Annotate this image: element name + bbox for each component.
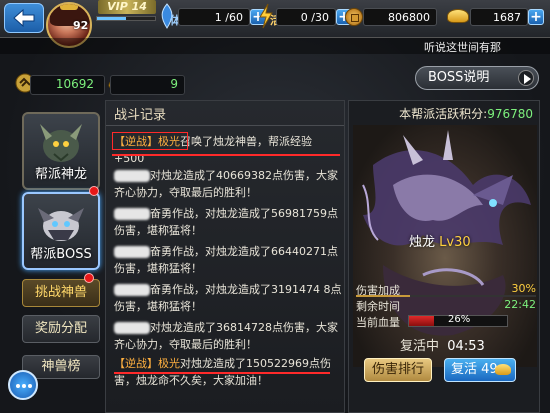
hp-row: 当前血量 26% bbox=[356, 314, 536, 329]
gold-ingot-icon bbox=[495, 364, 511, 375]
log-message: 对烛龙造成了36814728点伤害，大家齐心协力，夺取最后的胜利！ bbox=[114, 321, 338, 351]
coin-icon bbox=[345, 8, 363, 26]
mosaic-blur bbox=[114, 208, 150, 220]
vip-badge[interactable]: VIP 14 bbox=[98, 0, 156, 14]
gold-value: 1687 bbox=[470, 8, 528, 26]
back-arrow-icon bbox=[13, 9, 35, 27]
notification-dot bbox=[84, 273, 94, 283]
log-message: 奋勇作战，对烛龙造成了56981759点伤害，堪称猛将！ bbox=[114, 207, 338, 237]
highlight-box bbox=[112, 132, 188, 150]
sidebar-card-label: 帮派BOSS bbox=[30, 247, 92, 262]
player-level: 92 bbox=[73, 19, 89, 32]
boss-explain-label: BOSS说明 bbox=[428, 70, 490, 85]
activity-score: 本帮派活跃积分:976780 bbox=[399, 107, 533, 121]
log-message: 对烛龙造成了40669382点伤害，大家齐心协力，夺取最后的胜利！ bbox=[114, 169, 338, 199]
remaining-time-row: 剩余时间 22:42 bbox=[356, 298, 536, 313]
hp-percent: 26% bbox=[448, 314, 471, 325]
damage-bonus-row: 伤害加成 30% bbox=[356, 282, 536, 297]
boss-portrait-icon bbox=[38, 208, 84, 241]
log-message: 奋勇作战，对烛龙造成了66440271点伤害，堪称猛将！ bbox=[114, 245, 338, 275]
battle-log-panel: 战斗记录 【逆战】极光召唤了烛龙神兽，帮派经验+500 对烛龙造成了406693… bbox=[105, 100, 345, 413]
revive-status: 复活中 04:53 bbox=[400, 339, 485, 354]
stamina-value: 1 /60 bbox=[178, 8, 250, 26]
marquee-text: 听说这世间有那 bbox=[424, 41, 501, 54]
back-button[interactable] bbox=[4, 3, 44, 33]
game-screen: 92 VIP 14 体 1 /60 + 活 0 /30 + 806800 168… bbox=[0, 0, 550, 413]
announcement-marquee: 听说这世间有那 bbox=[0, 38, 550, 54]
battle-log-title: 战斗记录 bbox=[114, 108, 167, 123]
sidebar-card-label: 帮派神龙 bbox=[34, 167, 87, 182]
vigor-value: 0 /30 bbox=[276, 8, 336, 26]
mosaic-blur bbox=[114, 284, 150, 296]
vigor-resource: 0 /30 + bbox=[276, 7, 352, 27]
notification-dot bbox=[89, 186, 99, 196]
gold-ingot-icon bbox=[447, 9, 469, 23]
boss-stats: 伤害加成 30% 剩余时间 22:42 当前血量 26% bbox=[348, 282, 540, 332]
exp-bar bbox=[96, 16, 156, 21]
mosaic-blur bbox=[114, 322, 150, 334]
coin-resource: 806800 bbox=[363, 7, 437, 27]
reward-distribution-button[interactable]: 奖励分配 bbox=[22, 315, 100, 343]
sidebar-card-boss[interactable]: 帮派BOSS bbox=[22, 192, 100, 270]
log-message: 奋勇作战，对烛龙造成了3191474 8点伤害，堪称猛将！ bbox=[114, 283, 342, 313]
play-arrow-icon bbox=[518, 70, 534, 86]
gold-resource: 1687 + bbox=[470, 7, 544, 27]
add-gold-button[interactable]: + bbox=[528, 9, 544, 25]
stamina-resource: 1 /60 + bbox=[178, 7, 266, 27]
coin-value: 806800 bbox=[363, 8, 437, 26]
top-bar: 92 VIP 14 体 1 /60 + 活 0 /30 + 806800 168… bbox=[0, 0, 550, 48]
boss-name: 烛龙 Lv30 bbox=[409, 235, 471, 250]
highlight-underline bbox=[114, 372, 330, 374]
chat-button[interactable] bbox=[8, 370, 38, 400]
challenge-beast-button[interactable]: 挑战神兽 bbox=[22, 279, 100, 307]
mosaic-blur bbox=[114, 170, 150, 182]
revive-button[interactable]: 复活 49 bbox=[444, 358, 516, 382]
contribution-value: 10692 bbox=[55, 77, 94, 91]
dragon-portrait-icon bbox=[40, 124, 82, 162]
highlight-underline bbox=[112, 154, 340, 156]
damage-rank-button[interactable]: 伤害排行 bbox=[364, 358, 432, 382]
mosaic-blur bbox=[114, 246, 150, 258]
sidebar-card-dragon[interactable]: 帮派神龙 bbox=[22, 112, 100, 190]
rank-count-value: 9 bbox=[170, 77, 178, 91]
boss-explain-button[interactable]: BOSS说明 bbox=[415, 66, 539, 90]
